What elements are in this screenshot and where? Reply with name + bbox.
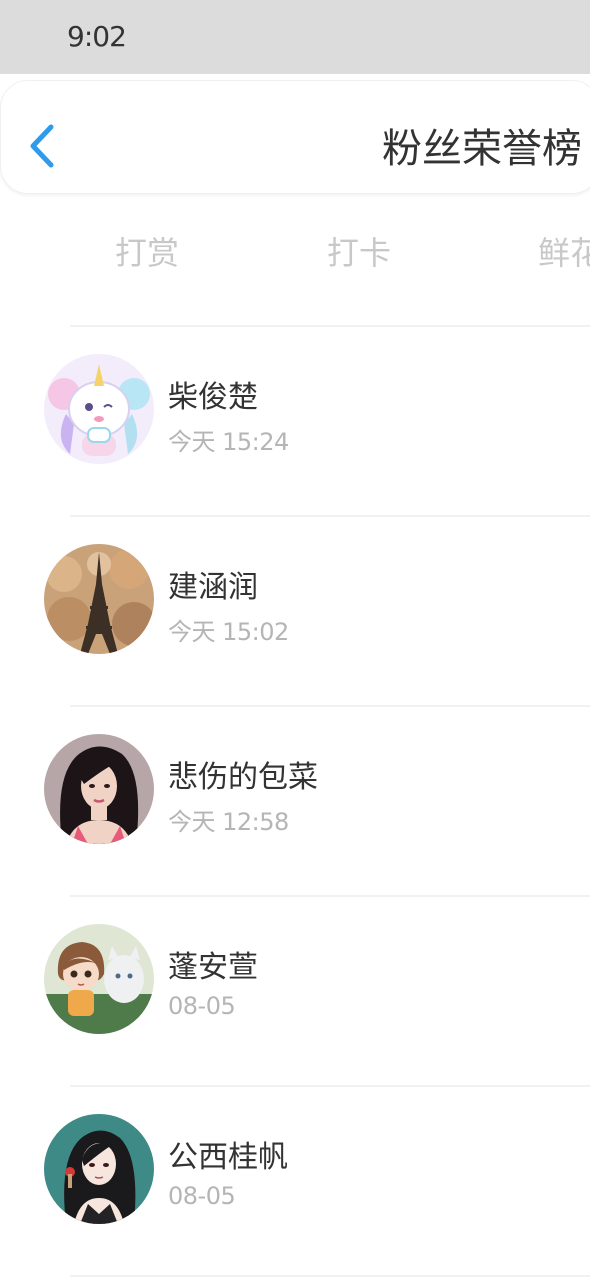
- tab-flowers[interactable]: 鲜花: [538, 228, 590, 274]
- fan-time: 今天 15:24: [168, 428, 289, 456]
- tab-bar: 打赏 打卡 鲜花: [0, 220, 590, 280]
- avatar: [44, 924, 154, 1034]
- fan-list-item[interactable]: 柴俊楚 今天 15:24: [0, 327, 590, 517]
- tab-checkin[interactable]: 打卡: [327, 228, 391, 274]
- tab-reward[interactable]: 打赏: [115, 228, 179, 274]
- status-bar: 9:02: [0, 0, 590, 74]
- chevron-left-icon: [30, 124, 54, 168]
- fan-time: 今天 15:02: [168, 618, 289, 646]
- fan-name: 建涵润: [168, 570, 258, 605]
- avatar: [44, 734, 154, 844]
- fan-list-item[interactable]: 悲伤的包菜 今天 12:58: [0, 707, 590, 897]
- unicorn-cartoon-avatar: [44, 354, 154, 464]
- fan-time: 今天 12:58: [168, 808, 289, 836]
- status-time: 9:02: [67, 20, 127, 53]
- fan-list-item[interactable]: 蓬安萱 08-05: [0, 897, 590, 1087]
- anime-girl-cat-avatar: [44, 924, 154, 1034]
- back-button[interactable]: [23, 121, 63, 171]
- fan-name: 悲伤的包菜: [168, 760, 318, 795]
- fan-name: 蓬安萱: [168, 950, 258, 985]
- woman-portrait-avatar: [44, 734, 154, 844]
- divider: [70, 1275, 590, 1277]
- fan-time: 08-05: [168, 992, 236, 1020]
- screen: 9:02 粉丝荣誉榜 打赏 打卡 鲜花 柴俊楚 今天 15:24 建涵润 今天 …: [0, 0, 590, 1280]
- fan-list-item[interactable]: 公西桂帆 08-05: [0, 1087, 590, 1277]
- eiffel-tower-avatar: [44, 544, 154, 654]
- avatar: [44, 544, 154, 654]
- fan-time: 08-05: [168, 1182, 236, 1210]
- avatar: [44, 1114, 154, 1224]
- page-title: 粉丝荣誉榜: [382, 126, 582, 172]
- fan-name: 公西桂帆: [168, 1140, 288, 1175]
- anime-girl-long-hair-avatar: [44, 1114, 154, 1224]
- avatar: [44, 354, 154, 464]
- fan-list-item[interactable]: 建涵润 今天 15:02: [0, 517, 590, 707]
- fan-name: 柴俊楚: [168, 380, 258, 415]
